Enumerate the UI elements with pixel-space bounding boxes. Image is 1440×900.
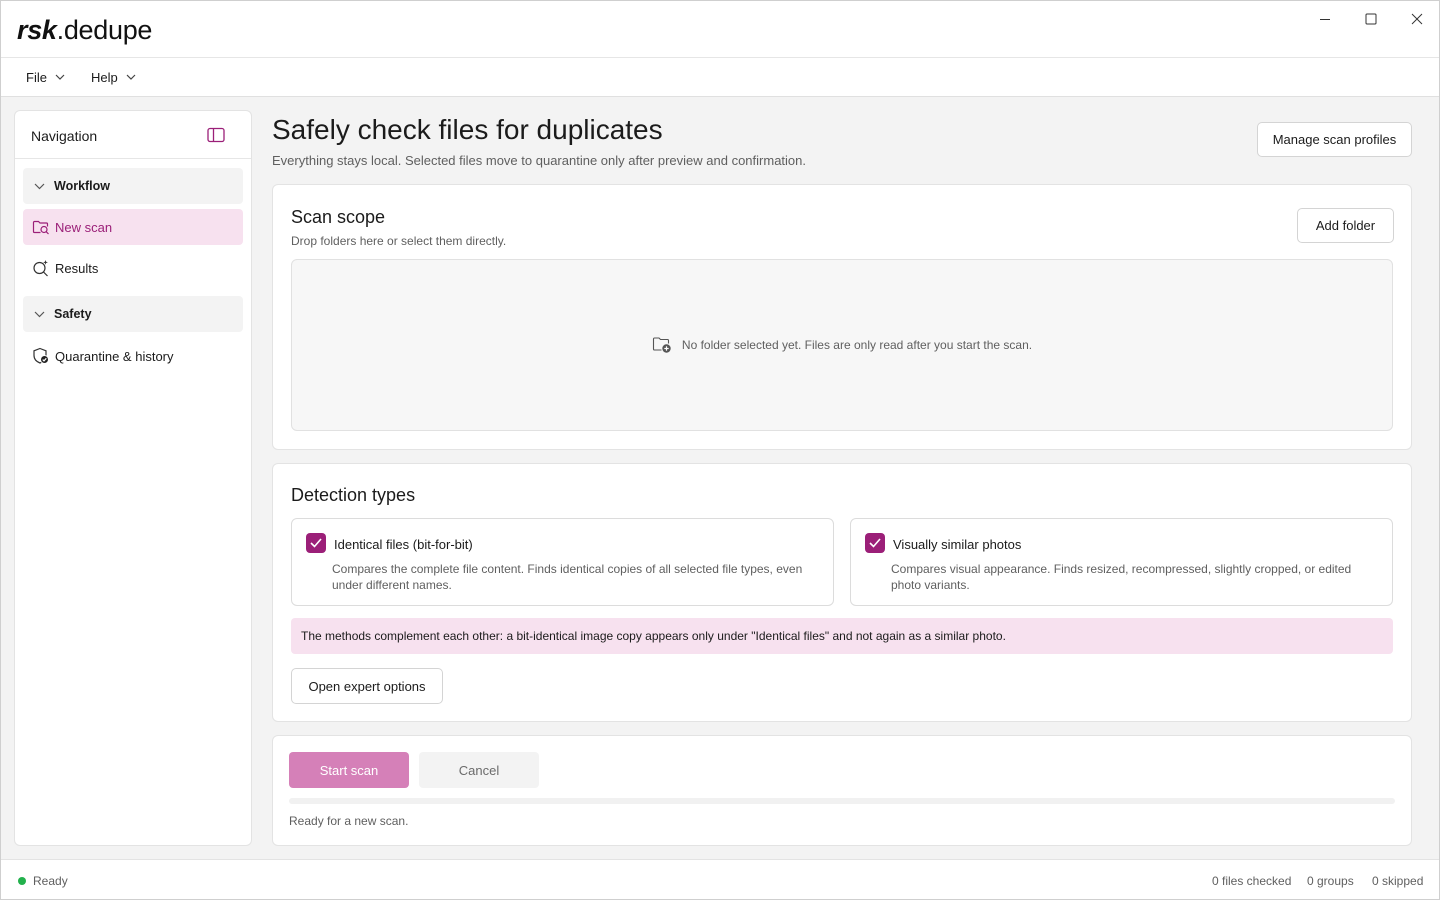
dropzone-empty-text: No folder selected yet. Files are only r… [681,338,1033,352]
files-checked-count: 0 files checked [1212,874,1292,888]
nav-group-label: Workflow [54,179,111,193]
checkmark-icon [310,538,322,548]
sidebar-item-label: New scan [55,219,113,235]
search-folder-icon [32,218,50,236]
option-description: Compares visual appearance. Finds resize… [891,562,1352,592]
skipped-count: 0 skipped [1372,874,1424,888]
sidebar-toggle-icon[interactable] [207,127,225,143]
sparkle-search-icon [32,259,50,277]
sidebar-item-label: Quarantine & history [55,348,174,364]
folder-dropzone[interactable]: No folder selected yet. Files are only r… [291,259,1393,431]
detection-types-title: Detection types [291,485,416,505]
status-dot-icon [18,877,26,885]
chevron-down-icon [126,74,136,80]
menu-file[interactable]: File [26,58,65,96]
sidebar-item-quarantine[interactable]: Quarantine & history [23,338,243,374]
option-title: Identical files (bit-for-bit) [334,537,473,552]
scan-scope-title: Scan scope [291,207,386,227]
chevron-down-icon [55,74,65,80]
app-logo-brand: rsk [17,15,57,45]
minimize-icon [1320,19,1330,20]
chevron-down-icon [34,183,45,189]
page-subtitle: Everything stays local. Selected files m… [272,153,806,168]
nav-group-safety[interactable]: Safety [23,296,243,332]
shield-check-icon [32,347,50,365]
menu-bar: File Help [1,57,1439,97]
add-folder-button[interactable]: Add folder [1297,208,1394,243]
option-similar-photos[interactable]: Visually similar photos Compares visual … [850,518,1393,606]
sidebar-item-results[interactable]: Results [23,250,243,286]
scan-progress-bar [289,798,1395,804]
option-title: Visually similar photos [893,537,1022,552]
title-bar: rsk.dedupe [1,1,1439,57]
sidebar: Navigation Workflow New scan Results Saf… [14,110,252,846]
minimize-button[interactable] [1302,5,1348,33]
start-scan-button[interactable]: Start scan [289,752,409,788]
app-logo-name: .dedupe [56,15,153,45]
detection-info-bar: The methods complement each other: a bit… [291,618,1393,654]
app-logo: rsk.dedupe [17,15,152,46]
manage-scan-profiles-button[interactable]: Manage scan profiles [1257,122,1412,157]
nav-group-workflow[interactable]: Workflow [23,168,243,204]
sidebar-title: Navigation [31,128,98,144]
maximize-icon [1365,13,1377,25]
status-text: Ready [33,874,68,888]
close-icon [1411,13,1423,25]
sidebar-item-label: Results [55,260,99,276]
checkmark-icon [869,538,881,548]
scan-scope-card: Scan scope Drop folders here or select t… [272,184,1412,450]
groups-count: 0 groups [1307,874,1354,888]
menu-file-label: File [26,69,47,85]
close-button[interactable] [1394,5,1440,33]
folder-add-icon [652,337,671,353]
app-window: rsk.dedupe File Help Navigation Workflow… [0,0,1440,900]
nav-group-label: Safety [54,307,92,321]
open-expert-options-button[interactable]: Open expert options [291,668,443,704]
sidebar-header: Navigation [15,111,251,159]
scan-scope-subtitle: Drop folders here or select them directl… [291,234,507,248]
menu-help[interactable]: Help [91,58,136,96]
detection-types-card: Detection types Identical files (bit-for… [272,463,1412,722]
menu-help-label: Help [91,69,118,85]
cancel-button[interactable]: Cancel [419,752,539,788]
scan-actions-card: Start scan Cancel Ready for a new scan. [272,735,1412,846]
option-description: Compares the complete file content. Find… [332,562,803,592]
sidebar-item-new-scan[interactable]: New scan [23,209,243,245]
maximize-button[interactable] [1348,5,1394,33]
similar-photos-checkbox[interactable] [865,533,885,553]
page-title: Safely check files for duplicates [272,114,663,145]
status-bar: Ready 0 files checked 0 groups 0 skipped [1,859,1439,899]
scan-status-text: Ready for a new scan. [289,814,409,828]
option-identical-files[interactable]: Identical files (bit-for-bit) Compares t… [291,518,834,606]
identical-files-checkbox[interactable] [306,533,326,553]
chevron-down-icon [34,311,45,317]
